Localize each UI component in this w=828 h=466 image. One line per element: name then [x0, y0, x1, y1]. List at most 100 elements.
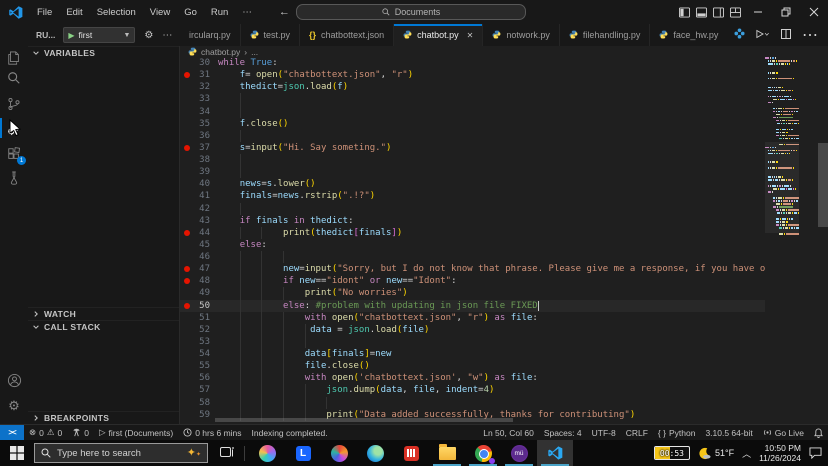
start-debug-icon[interactable]: ▶	[68, 31, 74, 40]
taskbar-red-app-icon[interactable]	[393, 440, 429, 466]
breakpoint-dot[interactable]	[180, 227, 194, 239]
breakpoint-gutter[interactable]	[180, 397, 194, 409]
breakpoint-gutter[interactable]	[180, 166, 194, 178]
toggle-secondary-sidebar-icon[interactable]	[710, 0, 727, 24]
search-icon[interactable]	[0, 66, 28, 90]
more-editor-actions-icon[interactable]: ⋯	[802, 25, 818, 45]
taskbar-edge-icon[interactable]	[357, 440, 393, 466]
breakpoint-gutter[interactable]	[180, 57, 194, 69]
vertical-scrollbar-thumb[interactable]	[818, 143, 828, 227]
section-header-variables[interactable]: VARIABLES	[28, 46, 179, 59]
code-line-58[interactable]: 58	[180, 397, 765, 409]
horizontal-scrollbar-thumb[interactable]	[215, 418, 513, 422]
split-editor-icon[interactable]	[781, 26, 791, 44]
toggle-panel-icon[interactable]	[693, 0, 710, 24]
python-interpreter[interactable]: 3.10.5 64-bit	[700, 425, 757, 441]
taskbar-vscode-icon[interactable]	[537, 440, 573, 466]
code-line-52[interactable]: 52 data = json.load(file)	[180, 324, 765, 336]
breadcrumb-file[interactable]: chatbot.py	[201, 47, 240, 57]
testing-icon[interactable]	[0, 166, 28, 190]
section-header-watch[interactable]: WATCH	[28, 307, 179, 320]
battery-timer-widget[interactable]: 00:53	[654, 446, 690, 460]
breakpoint-gutter[interactable]	[180, 81, 194, 93]
weather-widget[interactable]: 51°F	[698, 447, 734, 460]
language-mode[interactable]: { }Python	[653, 425, 701, 441]
taskbar-m365-icon[interactable]	[321, 440, 357, 466]
breakpoint-gutter[interactable]	[180, 336, 194, 348]
problems-indicator[interactable]: ⊗0 ⚠0	[24, 425, 67, 441]
tab-test-py[interactable]: test.py	[241, 24, 301, 46]
code-line-54[interactable]: 54 data[finals]=new	[180, 348, 765, 360]
tab-face_hw-py[interactable]: face_hw.py	[650, 24, 724, 46]
breakpoint-gutter[interactable]	[180, 203, 194, 215]
code-line-50[interactable]: 50 else: #problem with updating in json …	[180, 300, 765, 312]
task-view-button[interactable]	[214, 440, 240, 466]
taskbar-mu-app-icon[interactable]: mü	[501, 440, 537, 466]
code-line-44[interactable]: 44 print(thedict[finals])	[180, 227, 765, 239]
extensions-icon[interactable]: 1	[0, 142, 28, 166]
menu-file[interactable]: File	[30, 7, 59, 18]
cursor-position[interactable]: Ln 50, Col 60	[478, 425, 539, 441]
code-line-34[interactable]: 34	[180, 106, 765, 118]
breakpoint-gutter[interactable]	[180, 409, 194, 421]
action-center-icon[interactable]	[809, 447, 822, 459]
code-line-35[interactable]: 35 f.close()	[180, 118, 765, 130]
taskbar-copilot-icon[interactable]	[249, 440, 285, 466]
code-line-32[interactable]: 32 thedict=json.load(f)	[180, 81, 765, 93]
code-line-38[interactable]: 38	[180, 154, 765, 166]
time-tracker[interactable]: 0 hrs 6 mins	[178, 425, 246, 441]
taskbar-chrome-icon[interactable]	[465, 440, 501, 466]
back-arrow-icon[interactable]: ←	[279, 6, 290, 18]
breakpoint-gutter[interactable]	[180, 130, 194, 142]
breakpoint-gutter[interactable]	[180, 239, 194, 251]
code-line-37[interactable]: 37 s=input("Hi. Say someting.")	[180, 142, 765, 154]
code-line-49[interactable]: 49 print("No worries")	[180, 287, 765, 299]
close-tab-icon[interactable]: ✕	[467, 31, 474, 40]
tab-ircularq-py[interactable]: ircularq.py	[180, 24, 241, 46]
code-line-46[interactable]: 46	[180, 251, 765, 263]
breakpoint-gutter[interactable]	[180, 251, 194, 263]
breakpoint-gutter[interactable]	[180, 360, 194, 372]
notifications-bell[interactable]	[809, 425, 828, 441]
accounts-icon[interactable]	[0, 368, 28, 392]
remote-indicator[interactable]: ><	[0, 425, 24, 441]
breadcrumb[interactable]: chatbot.py › ...	[180, 46, 828, 57]
breakpoint-gutter[interactable]	[180, 287, 194, 299]
breakpoint-gutter[interactable]	[180, 93, 194, 105]
breakpoint-gutter[interactable]	[180, 348, 194, 360]
code-line-30[interactable]: 30while True:	[180, 57, 765, 69]
run-file-button[interactable]	[756, 26, 770, 44]
settings-gear-icon[interactable]: ⚙	[0, 394, 28, 418]
menu-run[interactable]: Run	[204, 7, 235, 18]
code-line-41[interactable]: 41 finals=news.rstrip(".!?")	[180, 190, 765, 202]
taskbar-l-app-icon[interactable]: L	[285, 440, 321, 466]
code-line-33[interactable]: 33	[180, 93, 765, 105]
code-line-51[interactable]: 51 with open("chatbottext.json", "r") as…	[180, 312, 765, 324]
section-header-call-stack[interactable]: CALL STACK	[28, 320, 179, 333]
taskbar-search-box[interactable]: Type here to search ✦✦	[34, 443, 208, 463]
code-line-39[interactable]: 39	[180, 166, 765, 178]
section-header-breakpoints[interactable]: BREAKPOINTS	[28, 411, 179, 424]
breakpoint-dot[interactable]	[180, 263, 194, 275]
breakpoint-gutter[interactable]	[180, 384, 194, 396]
breadcrumb-rest[interactable]: ...	[251, 47, 258, 57]
breakpoint-gutter[interactable]	[180, 372, 194, 384]
toggle-sidebar-icon[interactable]	[676, 0, 693, 24]
taskbar-clock[interactable]: 10:50 PM 11/26/2024	[759, 443, 801, 463]
code-line-42[interactable]: 42	[180, 203, 765, 215]
more-actions-icon[interactable]: ⋯	[162, 30, 172, 41]
close-button[interactable]	[800, 0, 828, 24]
debug-settings-gear-icon[interactable]: ⚙	[144, 30, 153, 41]
menu-go[interactable]: Go	[177, 7, 204, 18]
breakpoint-dot[interactable]	[180, 69, 194, 81]
tab-notwork-py[interactable]: notwork.py	[483, 24, 560, 46]
source-control-icon[interactable]	[0, 92, 28, 116]
minimap-viewport[interactable]	[765, 142, 799, 233]
restore-button[interactable]	[772, 0, 800, 24]
menu-edit[interactable]: Edit	[59, 7, 89, 18]
indentation[interactable]: Spaces: 4	[539, 425, 587, 441]
code-line-45[interactable]: 45 else:	[180, 239, 765, 251]
menu-selection[interactable]: Selection	[90, 7, 143, 18]
encoding[interactable]: UTF-8	[587, 425, 621, 441]
python-extension-icon[interactable]	[734, 26, 745, 44]
